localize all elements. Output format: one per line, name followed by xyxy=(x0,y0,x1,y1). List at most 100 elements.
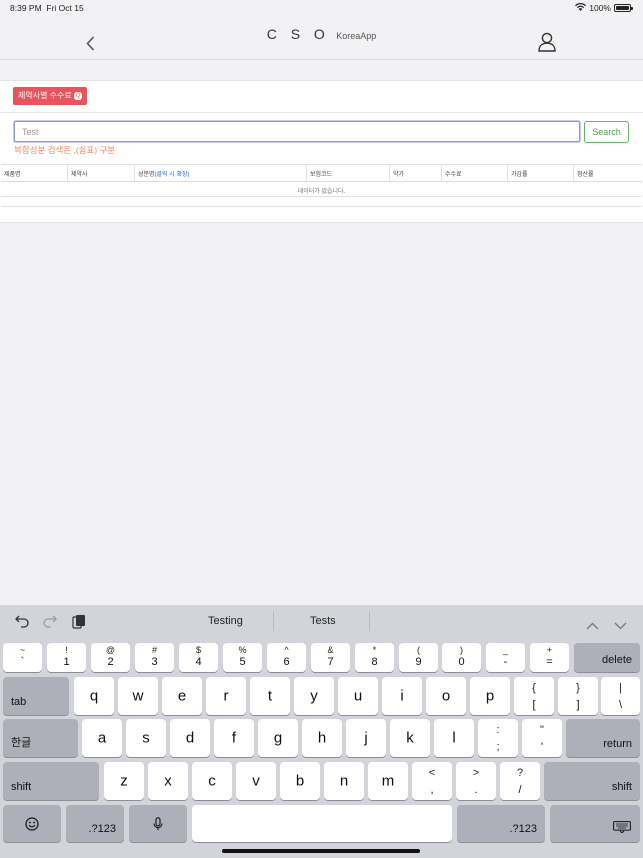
col-ingredient[interactable]: 성분명(클릭 시 확장) xyxy=(135,165,307,181)
numbers-key-left[interactable]: .?123 xyxy=(66,805,124,842)
profile-button[interactable] xyxy=(537,32,557,57)
dictation-key[interactable] xyxy=(129,805,187,842)
suggestion-divider xyxy=(369,611,370,631)
suggestion-item[interactable]: Tests xyxy=(310,615,336,627)
suggestion-item[interactable]: Testing xyxy=(208,615,243,627)
search-icon: Q xyxy=(73,92,83,100)
chevron-down-icon[interactable] xyxy=(614,617,627,635)
redo-icon[interactable] xyxy=(43,614,57,633)
tab-key[interactable]: tab xyxy=(3,677,69,715)
key-5[interactable]: % 5 xyxy=(223,643,262,672)
key-n[interactable]: n xyxy=(324,762,364,800)
app-title-main: C S O xyxy=(266,26,330,42)
undo-icon[interactable] xyxy=(15,614,29,633)
key-3[interactable]: #3 xyxy=(135,643,174,672)
key-i[interactable]: i xyxy=(382,677,422,715)
chevron-up-icon[interactable] xyxy=(586,617,599,635)
key-7[interactable]: & 7 xyxy=(311,643,350,672)
key-9[interactable]: (9 xyxy=(399,643,438,672)
shift-key-left[interactable]: shift xyxy=(3,762,99,800)
key-semicolon[interactable]: :; xyxy=(478,719,518,757)
col-fee[interactable]: 수수료 xyxy=(442,165,508,181)
keyboard-dismiss-icon xyxy=(613,821,631,836)
key-y[interactable]: y xyxy=(294,677,334,715)
key-c[interactable]: c xyxy=(192,762,232,800)
key-6[interactable]: ^ 6 xyxy=(267,643,306,672)
col-price[interactable]: 약가 xyxy=(390,165,442,181)
key-4[interactable]: $4 xyxy=(179,643,218,672)
key-l[interactable]: l xyxy=(434,719,474,757)
search-input[interactable] xyxy=(14,121,580,142)
key-q[interactable]: q xyxy=(74,677,114,715)
key-2[interactable]: @2 xyxy=(91,643,130,672)
status-date: Fri Oct 15 xyxy=(46,3,84,13)
fee-button-label: 제약사별 수수료 xyxy=(18,91,72,100)
space-key[interactable] xyxy=(192,805,452,842)
col-product-name[interactable]: 제품명 xyxy=(1,165,68,181)
key-a[interactable]: a xyxy=(82,719,122,757)
delete-key[interactable]: delete xyxy=(574,643,640,672)
key-h[interactable]: h xyxy=(302,719,342,757)
paste-icon[interactable] xyxy=(72,614,86,634)
status-indicators: 100% xyxy=(575,2,633,13)
language-key[interactable]: 한글 xyxy=(3,719,78,757)
status-time-date: 8:39 PM Fri Oct 15 xyxy=(10,3,84,13)
emoji-key[interactable] xyxy=(3,805,61,842)
key-slash[interactable]: ? / xyxy=(500,762,540,800)
col-pharma[interactable]: 제약사 xyxy=(68,165,135,181)
col-ingredient-label: 성분명 xyxy=(138,172,155,178)
key-backslash[interactable]: | \ xyxy=(601,677,640,715)
key-z[interactable]: z xyxy=(104,762,144,800)
battery-percent: 100% xyxy=(589,3,611,13)
search-hint: 복합성분 검색은 ,(쉼표) 구분 xyxy=(14,145,116,155)
col-ingredient-hint: (클릭 시 확장) xyxy=(154,172,190,178)
numbers-key-right[interactable]: .?123 xyxy=(457,805,545,842)
key-bracket-left[interactable]: {[ xyxy=(514,677,554,715)
wifi-icon xyxy=(575,2,587,13)
key-minus[interactable]: _ - xyxy=(486,643,525,672)
key-g[interactable]: g xyxy=(258,719,298,757)
return-key[interactable]: return xyxy=(566,719,640,757)
key-8[interactable]: * 8 xyxy=(355,643,394,672)
key-period[interactable]: >. xyxy=(456,762,496,800)
key-s[interactable]: s xyxy=(126,719,166,757)
key-p[interactable]: p xyxy=(470,677,510,715)
status-time: 8:39 PM xyxy=(10,3,42,13)
key-bracket-right[interactable]: }] xyxy=(558,677,598,715)
table-empty-row: 데이터가 없습니다. xyxy=(1,182,642,197)
key-j[interactable]: j xyxy=(346,719,386,757)
col-settle-rate[interactable]: 정산률 xyxy=(574,165,642,181)
key-quote[interactable]: " ' xyxy=(522,719,562,757)
key-r[interactable]: r xyxy=(206,677,246,715)
suggestion-divider xyxy=(273,611,274,631)
table-header: 제품명 제약사 성분명(클릭 시 확장) 보험코드 약가 수수료 가감률 정산률 xyxy=(1,165,642,182)
col-insurance-code[interactable]: 보험코드 xyxy=(307,165,390,181)
dismiss-keyboard-key[interactable] xyxy=(550,805,640,842)
key-d[interactable]: d xyxy=(170,719,210,757)
shift-key-right[interactable]: shift xyxy=(544,762,640,800)
battery-icon xyxy=(614,4,633,12)
nav-bar: C S O KoreaApp xyxy=(0,16,643,60)
key-m[interactable]: m xyxy=(368,762,408,800)
key-u[interactable]: u xyxy=(338,677,378,715)
suggestion-bar: Testing Tests xyxy=(0,605,643,637)
key-e[interactable]: e xyxy=(162,677,202,715)
status-bar: 8:39 PM Fri Oct 15 100% xyxy=(0,0,643,16)
panel-divider xyxy=(0,112,643,113)
key-1[interactable]: ! 1 xyxy=(47,643,86,672)
key-f[interactable]: f xyxy=(214,719,254,757)
key-t[interactable]: t xyxy=(250,677,290,715)
key-o[interactable]: o xyxy=(426,677,466,715)
key-v[interactable]: v xyxy=(236,762,276,800)
key-k[interactable]: k xyxy=(390,719,430,757)
key-w[interactable]: w xyxy=(118,677,158,715)
fee-by-pharma-button[interactable]: 제약사별 수수료 Q xyxy=(13,87,88,105)
key-b[interactable]: b xyxy=(280,762,320,800)
key-x[interactable]: x xyxy=(148,762,188,800)
key-equals[interactable]: + = xyxy=(530,643,569,672)
col-adjust-rate[interactable]: 가감률 xyxy=(508,165,574,181)
key-comma[interactable]: <, xyxy=(412,762,452,800)
key-0[interactable]: ) 0 xyxy=(442,643,481,672)
key-backtick[interactable]: ~ ` xyxy=(3,643,42,672)
search-button[interactable]: Search xyxy=(584,121,629,143)
